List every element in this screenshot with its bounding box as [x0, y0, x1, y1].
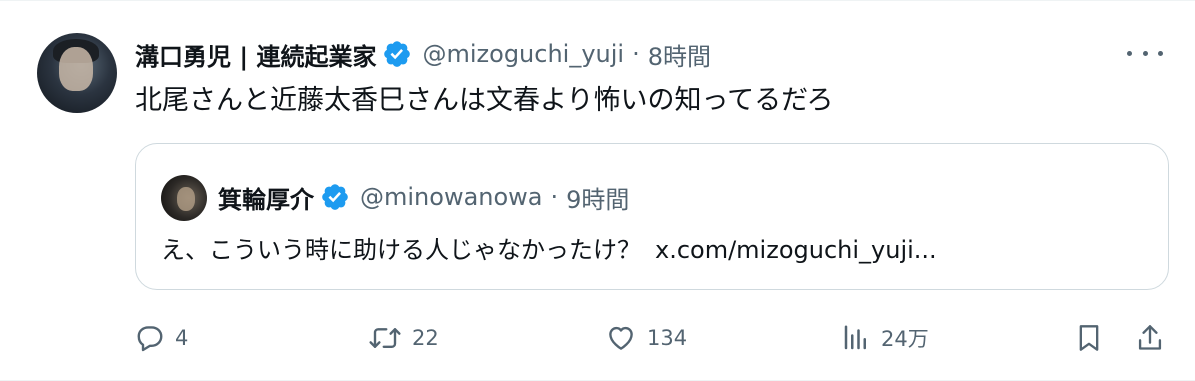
tweet-card[interactable]: 溝口勇児 | 連続起業家 @mizoguchi_yuji · 8時間 北尾さんと…: [0, 0, 1195, 381]
quoted-tweet-timestamp[interactable]: 9時間: [566, 180, 629, 215]
quoted-tweet-text: え、こういう時に助ける人じゃなかったけ？: [161, 236, 641, 264]
like-button[interactable]: 134: [605, 313, 687, 363]
author-avatar[interactable]: [37, 33, 117, 113]
like-count: 134: [647, 326, 688, 350]
tweet-timestamp[interactable]: 8時間: [648, 37, 711, 72]
retweet-icon: [368, 323, 402, 353]
action-bar: 4 22 134 24万: [0, 313, 1195, 363]
share-button[interactable]: [1136, 313, 1164, 363]
author-name[interactable]: 溝口勇児 | 連続起業家: [135, 37, 376, 72]
bookmark-button[interactable]: [1075, 313, 1103, 363]
quoted-avatar-face: [177, 187, 195, 211]
like-icon: [605, 323, 637, 353]
header-separator: ·: [632, 40, 640, 68]
quoted-header-separator: ·: [550, 183, 559, 211]
quoted-author-name[interactable]: 箕輪厚介: [218, 180, 314, 215]
author-handle[interactable]: @mizoguchi_yuji: [422, 40, 624, 68]
more-dot: [1142, 50, 1148, 56]
more-dot: [1158, 50, 1163, 56]
tweet-header: 溝口勇児 | 連続起業家 @mizoguchi_yuji · 8時間: [135, 35, 711, 73]
quoted-tweet-header: 箕輪厚介 @minowanowa · 9時間: [218, 178, 629, 216]
reply-count: 4: [175, 326, 189, 350]
more-dot: [1127, 50, 1132, 56]
avatar-face: [59, 47, 93, 91]
reply-button[interactable]: 4: [135, 313, 188, 363]
verified-badge-icon: [320, 182, 350, 212]
quoted-author-handle[interactable]: @minowanowa: [360, 183, 543, 211]
retweet-button[interactable]: 22: [368, 313, 439, 363]
quoted-tweet-text-row: え、こういう時に助ける人じゃなかったけ？ x.com/mizoguchi_yuji…: [161, 232, 937, 268]
quoted-tweet-link[interactable]: x.com/mizoguchi_yuji...: [655, 236, 937, 264]
views-button[interactable]: 24万: [841, 313, 929, 363]
bookmark-icon: [1075, 322, 1103, 354]
verified-badge-icon: [382, 39, 412, 69]
tweet-text: 北尾さんと近藤太香巳さんは文春より怖いの知ってるだろ: [135, 85, 834, 116]
reply-icon: [135, 323, 165, 353]
share-icon: [1136, 322, 1164, 354]
more-icon[interactable]: [1127, 39, 1163, 67]
quoted-author-avatar[interactable]: [161, 175, 207, 221]
views-count: 24万: [881, 327, 929, 351]
quoted-tweet[interactable]: 箕輪厚介 @minowanowa · 9時間 え、こういう時に助ける人じゃなかっ…: [135, 143, 1169, 290]
views-icon: [841, 323, 871, 353]
retweet-count: 22: [412, 326, 439, 350]
